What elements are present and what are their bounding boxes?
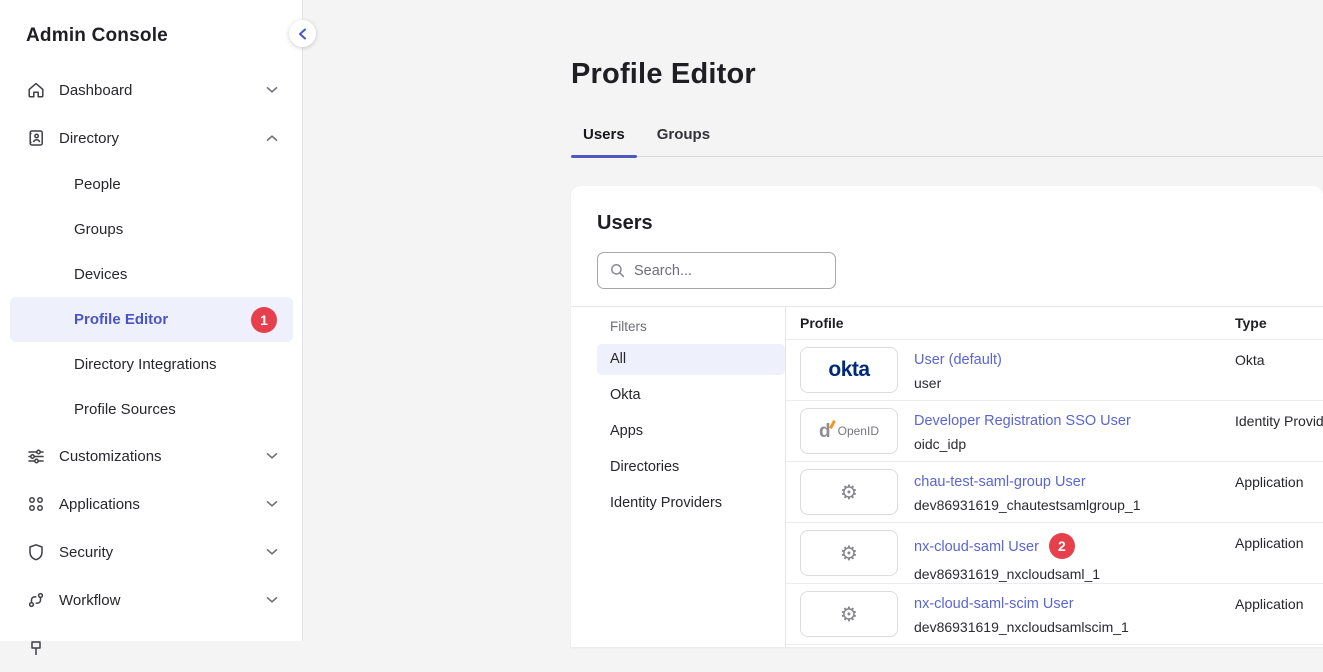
profile-type: Application: [1235, 584, 1323, 644]
sidebar-item-groups[interactable]: Groups: [0, 207, 302, 252]
sidebar-item-label: Directory: [59, 130, 119, 147]
sidebar-item-directory[interactable]: Directory: [0, 114, 302, 162]
sidebar-item-applications[interactable]: Applications: [0, 480, 302, 528]
profile-link[interactable]: nx-cloud-saml-scim User: [914, 596, 1074, 612]
main-content: Profile Editor Users Groups Users Filter…: [304, 0, 1323, 641]
chevron-down-icon: [266, 548, 278, 556]
tab-bar: Users Groups: [571, 118, 1323, 157]
table-row: ⚙ chau-test-saml-group User dev86931619_…: [786, 462, 1323, 523]
gear-icon: ⚙: [800, 530, 898, 576]
filters-panel: Filters All Okta Apps Directories Identi…: [571, 307, 786, 647]
chevron-down-icon: [266, 500, 278, 508]
users-panel: Users Filters All Okta Apps Directories …: [571, 186, 1323, 647]
filter-okta[interactable]: Okta: [571, 377, 785, 413]
sidebar-subitem-label: Directory Integrations: [74, 356, 217, 373]
apps-grid-icon: [26, 494, 46, 514]
chevron-left-icon: [298, 28, 307, 40]
home-icon: [26, 80, 46, 100]
profile-type: Okta: [1235, 340, 1323, 400]
sidebar-item-devices[interactable]: Devices: [0, 252, 302, 297]
table-row: ⚙ nx-cloud-saml User 2 dev86931619_nxclou…: [786, 523, 1323, 584]
workflow-icon: [26, 590, 46, 610]
sidebar-item-dashboard[interactable]: Dashboard: [0, 66, 302, 114]
table-header: Profile Type: [786, 307, 1323, 340]
sidebar-collapse-button[interactable]: [289, 20, 316, 47]
column-header-profile: Profile: [800, 315, 1235, 331]
okta-logo: okta: [800, 347, 898, 393]
sidebar-item-label: Security: [59, 544, 113, 561]
sidebar-item-label: Customizations: [59, 448, 162, 465]
sidebar-subitem-label: People: [74, 176, 121, 193]
tab-users[interactable]: Users: [571, 118, 637, 156]
panel-heading: Users: [597, 212, 1323, 235]
sliders-icon: [26, 446, 46, 466]
filter-directories[interactable]: Directories: [571, 449, 785, 485]
sidebar-subitem-label: Groups: [74, 221, 123, 238]
chevron-up-icon: [266, 134, 278, 142]
profiles-table: Profile Type okta User (default) user Ok…: [786, 307, 1323, 647]
profile-link[interactable]: User (default): [914, 352, 1002, 368]
table-row: ⚙ nx-cloud-saml-scim User dev86931619_nx…: [786, 584, 1323, 645]
search-icon: [610, 263, 625, 278]
sidebar-item-partial[interactable]: [0, 624, 302, 672]
profile-link[interactable]: Developer Registration SSO User: [914, 413, 1131, 429]
shield-icon: [26, 542, 46, 562]
profile-type: Application: [1235, 462, 1323, 522]
sidebar-subitem-label: Devices: [74, 266, 127, 283]
chevron-down-icon: [266, 452, 278, 460]
openid-logo: dOpenID: [800, 408, 898, 454]
sidebar-nav: Dashboard Directory People Groups Device…: [0, 66, 302, 672]
sidebar-item-directory-integrations[interactable]: Directory Integrations: [0, 342, 302, 387]
chevron-down-icon: [266, 596, 278, 604]
filters-label: Filters: [571, 313, 785, 341]
search-input[interactable]: [634, 263, 825, 279]
profile-type: Identity Provider: [1235, 401, 1323, 461]
sidebar: Admin Console Dashboard Directory People…: [0, 0, 303, 641]
annotation-badge-2: 2: [1049, 533, 1075, 559]
sidebar-subitem-label: Profile Sources: [74, 401, 176, 418]
filter-identity-providers[interactable]: Identity Providers: [571, 485, 785, 521]
sidebar-item-profile-editor[interactable]: Profile Editor 1: [10, 297, 293, 342]
table-row: dOpenID Developer Registration SSO User …: [786, 401, 1323, 462]
sidebar-item-label: Applications: [59, 496, 140, 513]
sidebar-item-workflow[interactable]: Workflow: [0, 576, 302, 624]
sidebar-item-label: Dashboard: [59, 82, 132, 99]
filter-apps[interactable]: Apps: [571, 413, 785, 449]
page-title: Profile Editor: [571, 0, 1323, 91]
sidebar-item-customizations[interactable]: Customizations: [0, 432, 302, 480]
profile-sublabel: dev86931619_nxcloudsaml_1: [914, 566, 1235, 582]
gear-icon: ⚙: [800, 469, 898, 515]
table-row: okta User (default) user Okta: [786, 340, 1323, 401]
gear-icon: ⚙: [800, 591, 898, 637]
openid-mark-icon: d: [819, 422, 831, 441]
id-badge-icon: [26, 128, 46, 148]
app-title: Admin Console: [26, 25, 302, 47]
sidebar-subitem-label: Profile Editor: [74, 311, 168, 328]
profile-sublabel: dev86931619_chautestsamlgroup_1: [914, 497, 1235, 513]
profile-link[interactable]: chau-test-saml-group User: [914, 474, 1086, 490]
tab-groups[interactable]: Groups: [645, 118, 722, 156]
sidebar-item-profile-sources[interactable]: Profile Sources: [0, 387, 302, 432]
filter-all[interactable]: All: [597, 344, 785, 375]
column-header-type: Type: [1235, 315, 1323, 331]
sidebar-item-label: Workflow: [59, 592, 120, 609]
profile-sublabel: dev86931619_nxcloudsamlscim_1: [914, 619, 1235, 635]
annotation-badge-1: 1: [251, 307, 277, 333]
sidebar-item-people[interactable]: People: [0, 162, 302, 207]
reports-icon: [26, 638, 46, 658]
profile-sublabel: user: [914, 375, 1235, 391]
sidebar-item-security[interactable]: Security: [0, 528, 302, 576]
profile-sublabel: oidc_idp: [914, 436, 1235, 452]
chevron-down-icon: [266, 86, 278, 94]
profile-link[interactable]: nx-cloud-saml User: [914, 539, 1039, 555]
profile-type: Application: [1235, 523, 1323, 583]
search-box[interactable]: [597, 252, 836, 289]
